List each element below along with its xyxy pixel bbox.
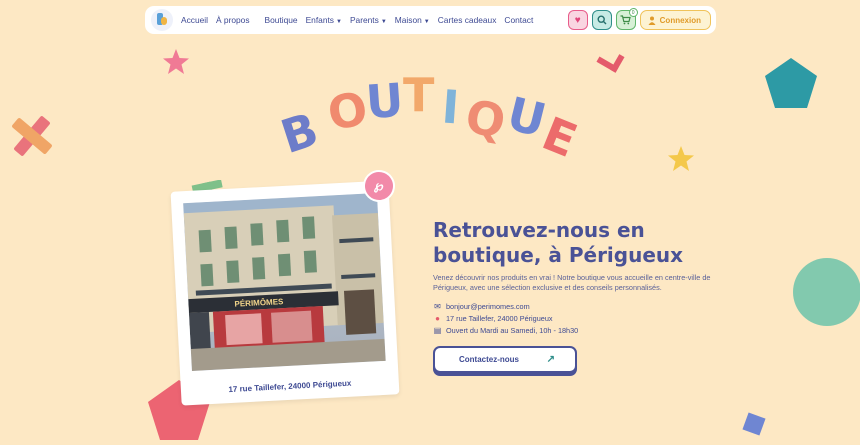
perimomes-logo[interactable] [151,9,173,31]
red-l-shape [596,54,625,73]
user-icon [648,16,656,25]
title-letter-o: O [323,81,372,141]
login-label: Connexion [659,15,701,25]
yellow-star-shape [668,146,694,171]
nav-parents-label: Parents [349,15,379,25]
hours-info: ▤ Ouvert du Mardi au Samedi, 10h - 18h30 [433,326,579,335]
heart-icon: ♥ [574,14,581,26]
section-description: Venez découvrir nos produits en vrai ! N… [433,273,711,292]
cart-button[interactable]: 0 [615,8,638,30]
photo-caption: 17 rue Taillefer, 24000 Périgueux [228,378,352,395]
heading-line-1: Retrouvez-nous en [433,218,645,242]
top-navigation: Accueil À propos Boutique Enfants ▼ Paren… [145,6,716,34]
storefront-illustration: PÉRIMÔMES [183,193,386,371]
nav-cartes-cadeaux[interactable]: Cartes cadeaux [438,15,497,25]
shop-photo-card: PÉRIMÔMES 17 rue Taillefer, 24000 Périgu… [170,180,400,406]
nav-enfants-label: Enfants [305,15,334,25]
blue-diamond-shape [742,412,766,436]
chevron-down-icon: ▼ [423,19,430,25]
email-link[interactable]: bonjour@perimomes.com [446,302,530,311]
nav-contact[interactable]: Contact [504,15,533,25]
address-info: ● 17 rue Taillefer, 24000 Périgueux [433,314,553,323]
cart-icon [620,15,631,25]
nav-parents[interactable]: Parents ▼ [350,15,387,25]
nav-boutique[interactable]: Boutique [265,15,298,25]
pink-star-shape [163,49,189,74]
title-letter-b: B [274,101,325,165]
search-button[interactable] [591,10,612,30]
location-pin-icon: ● [435,314,440,323]
title-letter-t: T [403,68,435,122]
heading-line-2: boutique, à Périgueux [433,243,684,267]
nav-accueil[interactable]: Accueil [181,15,208,25]
section-heading: Retrouvez-nous en boutique, à Périgueux [433,218,733,268]
login-button[interactable]: Connexion [639,10,711,30]
nav-maison[interactable]: Maison ▼ [395,15,430,25]
mint-circle-shape [793,258,860,326]
wishlist-button[interactable]: ♥ [567,10,588,30]
search-icon [597,15,607,25]
email-info: ✉ bonjour@perimomes.com [433,302,530,311]
title-letter-i: I [440,79,461,135]
chevron-down-icon: ▼ [380,19,387,25]
hours-text: Ouvert du Mardi au Samedi, 10h - 18h30 [446,326,579,335]
title-letter-u: U [364,72,406,130]
address-text: 17 rue Taillefer, 24000 Périgueux [446,314,553,323]
cart-count-badge: 0 [628,8,638,17]
mail-icon: ✉ [434,302,441,311]
chevron-down-icon: ▼ [336,19,342,25]
contact-button[interactable]: Contactez-nous ↗ [433,346,577,373]
shop-storefront-photo: PÉRIMÔMES [183,193,386,371]
nav-enfants[interactable]: Enfants ▼ [306,15,342,25]
nav-a-propos[interactable]: À propos [216,15,250,25]
arrow-up-right-icon: ↗ [546,354,555,365]
teal-pentagon-shape [765,58,817,108]
plus-cross-shape [12,116,52,156]
nav-maison-label: Maison [394,15,422,25]
calendar-icon: ▤ [433,326,442,335]
contact-button-label: Contactez-nous [459,355,519,364]
